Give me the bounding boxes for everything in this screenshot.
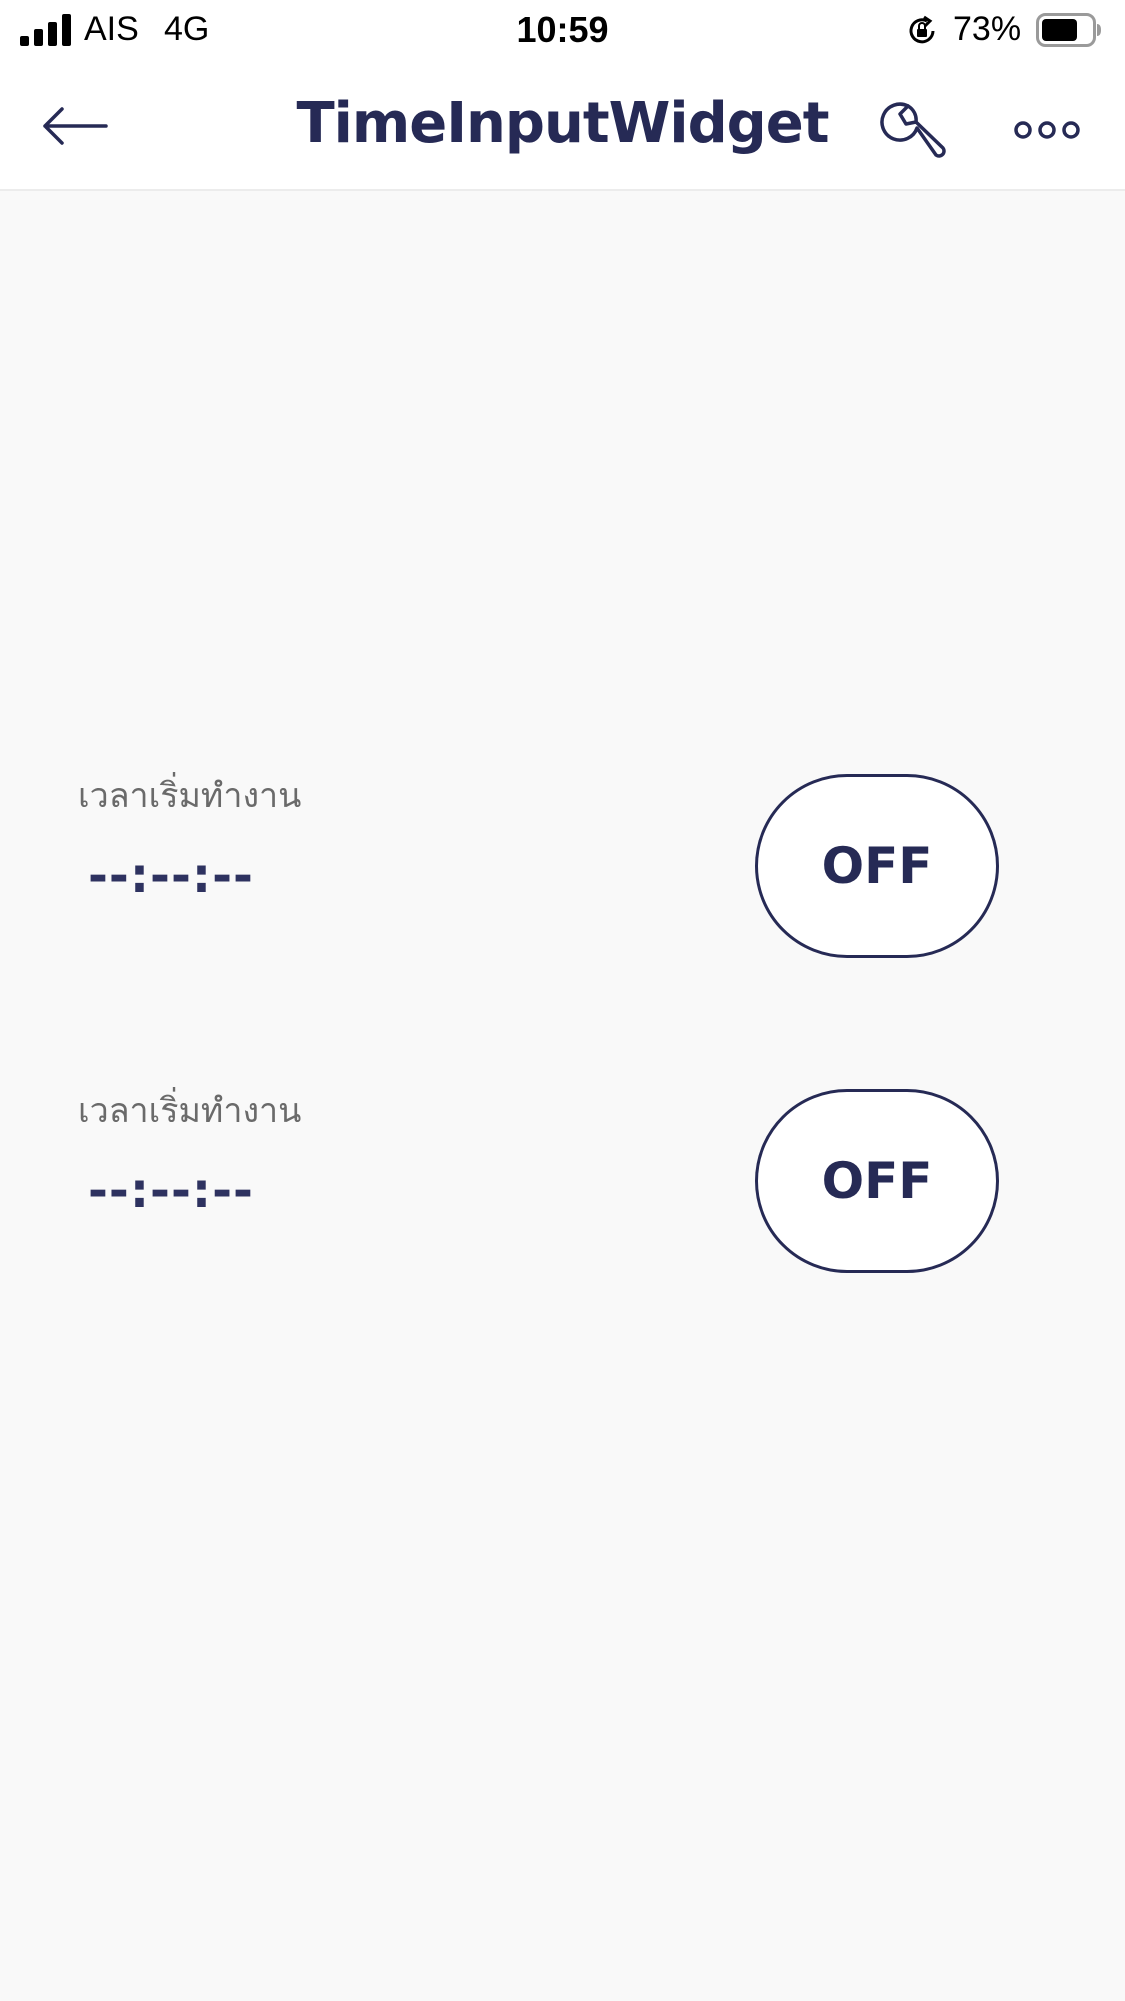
app-header: TimeInputWidget [0, 60, 1125, 191]
status-bar: AIS 4G 10:59 73% [0, 0, 1125, 60]
time-input-value[interactable]: --:--:-- [88, 1167, 254, 1215]
more-options-icon[interactable] [1014, 118, 1080, 142]
battery-percentage: 73% [953, 10, 1022, 48]
time-input-value[interactable]: --:--:-- [88, 852, 254, 900]
battery-icon [1036, 13, 1101, 47]
orientation-lock-icon [909, 15, 935, 44]
off-toggle-button[interactable]: OFF [755, 774, 999, 958]
time-input-label: เวลาเริ่มทำงาน [78, 1091, 302, 1131]
off-toggle-button[interactable]: OFF [755, 1089, 999, 1273]
wrench-icon[interactable] [878, 97, 948, 167]
time-input-row: เวลาเริ่มทำงาน --:--:-- OFF [0, 774, 1125, 964]
time-input-row: เวลาเริ่มทำงาน --:--:-- OFF [0, 1089, 1125, 1279]
time-input-label: เวลาเริ่มทำงาน [78, 776, 302, 816]
page-title: TimeInputWidget [296, 91, 829, 156]
